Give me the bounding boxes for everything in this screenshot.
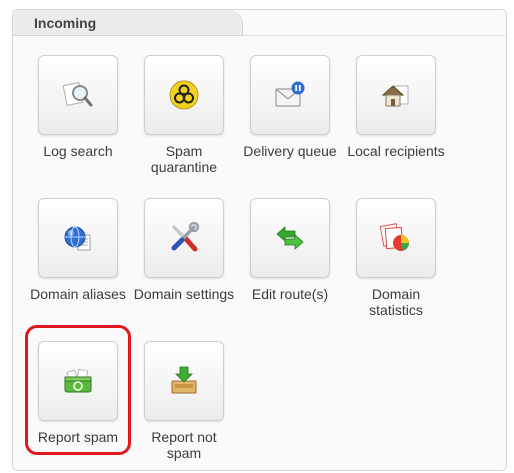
- report-spam-label: Report spam: [37, 429, 119, 445]
- domain-settings-label: Domain settings: [133, 286, 235, 302]
- edit-routes-label: Edit route(s): [251, 286, 329, 302]
- log-search-button[interactable]: [38, 55, 118, 135]
- local-recipients-label: Local recipients: [347, 143, 445, 159]
- tray-download-icon: [171, 366, 197, 394]
- report-not-spam-item[interactable]: Report not spam: [131, 341, 237, 461]
- log-search-item[interactable]: Log search: [25, 55, 131, 159]
- domain-statistics-label: Domain statistics: [369, 286, 423, 318]
- local-recipients-item[interactable]: Local recipients: [343, 55, 449, 159]
- report-not-spam-button[interactable]: [144, 341, 224, 421]
- tools-icon: [171, 221, 200, 252]
- edit-routes-button[interactable]: [250, 198, 330, 278]
- recycle-bin-icon: [64, 368, 92, 393]
- report-spam-button[interactable]: [38, 341, 118, 421]
- log-search-label: Log search: [43, 143, 113, 159]
- arrows-icon: [276, 226, 304, 250]
- domain-aliases-label: Domain aliases: [30, 286, 126, 302]
- house-icon: [381, 85, 409, 107]
- edit-routes-item[interactable]: Edit route(s): [237, 198, 343, 302]
- pie-chart-icon: [379, 223, 409, 251]
- spam-quarantine-button[interactable]: [144, 55, 224, 135]
- report-spam-item[interactable]: Report spam: [25, 341, 131, 445]
- delivery-queue-item[interactable]: Delivery queue: [237, 55, 343, 159]
- domain-aliases-button[interactable]: [38, 198, 118, 278]
- section-title: Incoming: [34, 15, 97, 31]
- spam-quarantine-item[interactable]: Spam quarantine: [131, 55, 237, 175]
- local-recipients-button[interactable]: [356, 55, 436, 135]
- globe-document-icon: [64, 226, 91, 251]
- mail-pause-icon: [275, 81, 305, 107]
- delivery-queue-label: Delivery queue: [243, 143, 337, 159]
- domain-statistics-button[interactable]: [356, 198, 436, 278]
- domain-statistics-item[interactable]: Domain statistics: [343, 198, 449, 318]
- delivery-queue-button[interactable]: [250, 55, 330, 135]
- spam-quarantine-label: Spam quarantine: [150, 143, 218, 175]
- domain-settings-button[interactable]: [144, 198, 224, 278]
- biohazard-icon: [169, 80, 199, 110]
- magnifier-icon: [62, 81, 93, 107]
- domain-aliases-item[interactable]: Domain aliases: [25, 198, 131, 302]
- panel-divider: [242, 35, 506, 36]
- section-tab: Incoming: [13, 10, 243, 36]
- report-not-spam-label: Report not spam: [151, 429, 217, 461]
- domain-settings-item[interactable]: Domain settings: [131, 198, 237, 302]
